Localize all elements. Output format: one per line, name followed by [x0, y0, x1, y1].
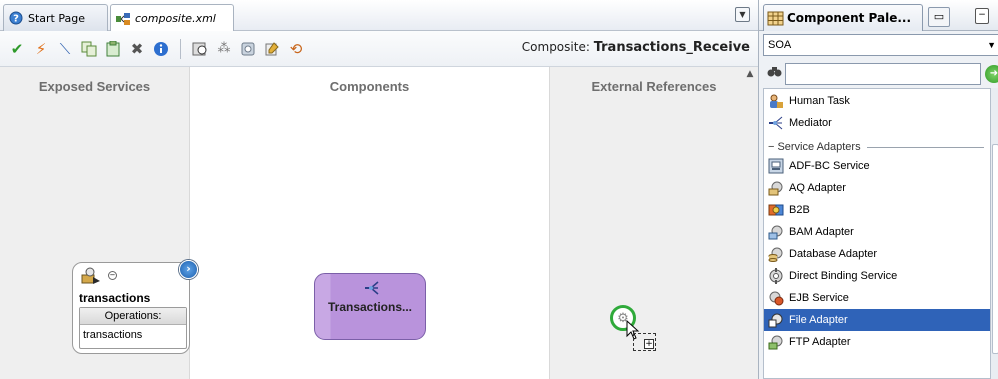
service-wire-arrow-icon[interactable]: › — [179, 260, 198, 279]
copy-icon[interactable] — [78, 38, 100, 60]
chevron-down-icon: ▼ — [739, 10, 746, 19]
palette-item-label: BAM Adapter — [789, 226, 854, 238]
layout-icon[interactable]: ⁂ — [213, 38, 235, 60]
palette-item-ftp-adapter[interactable]: FTP Adapter — [764, 331, 990, 353]
palette-item-label: FTP Adapter — [789, 336, 851, 348]
mediator-component[interactable]: Transactions... — [314, 273, 426, 340]
binoculars-icon — [767, 65, 782, 82]
palette-item-label: File Adapter — [789, 314, 848, 326]
info-icon[interactable] — [150, 38, 172, 60]
palette-item-adf-bc-service[interactable]: ADF-BC Service — [764, 155, 990, 177]
lane-title-external: External References — [591, 79, 717, 94]
palette-tab-label: Component Pale... — [787, 11, 912, 25]
palette-item-label: B2B — [789, 204, 810, 216]
tab-label: Start Page — [28, 11, 85, 25]
tab-label: composite.xml — [135, 12, 216, 25]
palette-item-label: Human Task — [789, 95, 850, 107]
direct-binding-icon — [768, 268, 784, 284]
collapse-icon[interactable]: − — [108, 271, 117, 280]
adapter-service-icon — [81, 267, 101, 289]
chevron-down-icon: ▼ — [987, 40, 996, 50]
composite-name-label: Composite: Transactions_Receive — [522, 40, 750, 55]
palette-item-database-adapter[interactable]: Database Adapter — [764, 243, 990, 265]
section-divider — [866, 146, 984, 148]
validate-check-icon[interactable]: ✔ — [6, 38, 28, 60]
palette-item-label: EJB Service — [789, 292, 849, 304]
resource-palette-tab-icon[interactable]: ▭ — [928, 7, 950, 27]
mediator-label: Transactions... — [327, 300, 413, 314]
palette-item-mediator[interactable]: Mediator — [764, 112, 990, 134]
palette-search-row: ➜ — [763, 62, 998, 86]
minimize-icon[interactable]: − — [975, 8, 989, 24]
collapse-minus-icon: − — [768, 141, 775, 153]
ftp-adapter-icon — [768, 334, 784, 350]
section-header-service-adapters[interactable]: − Service Adapters — [764, 139, 990, 155]
palette-item-label: AQ Adapter — [789, 182, 846, 194]
tab-list-dropdown[interactable]: ▼ — [735, 7, 750, 22]
palette-item-label: ADF-BC Service — [789, 160, 870, 172]
test-icon[interactable] — [237, 38, 259, 60]
composite-prefix: Composite: — [521, 40, 590, 54]
palette-item-aq-adapter[interactable]: AQ Adapter — [764, 177, 990, 199]
component-palette: Component Pale... ▭ − SOA ▼ ➜ Human Task… — [758, 0, 998, 379]
paste-icon[interactable] — [102, 38, 124, 60]
operation-item[interactable]: transactions — [80, 325, 186, 345]
palette-item-bam-adapter[interactable]: BAM Adapter — [764, 221, 990, 243]
palette-item-label: Direct Binding Service — [789, 270, 898, 282]
composite-editor: ? Start Page composite.xml ▼ ✔ ⚡ ⟍ ✖ ⁂ ⟲… — [0, 0, 758, 379]
bam-adapter-icon — [768, 224, 784, 240]
tab-composite-xml[interactable]: composite.xml — [110, 4, 234, 32]
lane-title-components: Components — [329, 79, 410, 94]
mediator-icon — [768, 115, 784, 131]
tab-component-palette[interactable]: Component Pale... — [763, 4, 923, 31]
palette-search-input[interactable] — [785, 63, 981, 85]
palette-category-value: SOA — [768, 39, 792, 51]
document-tab-bar: ? Start Page composite.xml ▼ — [0, 0, 758, 32]
editor-toolbar: ✔ ⚡ ⟍ ✖ ⁂ ⟲ Composite: Transactions_Rece… — [0, 31, 758, 67]
palette-category-select[interactable]: SOA ▼ — [763, 34, 998, 56]
drag-copy-indicator: + — [633, 333, 656, 351]
operations-header: Operations: — [80, 308, 186, 325]
refresh-icon[interactable]: ⟲ — [285, 38, 307, 60]
exposed-service-transactions[interactable]: − › transactions Operations: transaction… — [72, 260, 198, 354]
palette-tab-bar: Component Pale... ▭ − — [759, 0, 998, 31]
composite-icon — [115, 11, 131, 27]
toolbar-separator — [180, 38, 181, 59]
human-task-icon — [768, 93, 784, 109]
delete-icon[interactable]: ✖ — [126, 38, 148, 60]
ejb-service-icon — [768, 290, 784, 306]
palette-item-list: Human Task Mediator − Service Adapters A… — [763, 88, 991, 379]
help-circle-icon: ? — [8, 10, 24, 26]
file-adapter-icon — [768, 312, 784, 328]
tab-start-page[interactable]: ? Start Page — [3, 4, 108, 31]
lane-title-exposed: Exposed Services — [38, 79, 151, 94]
b2b-icon — [768, 202, 784, 218]
service-operations: Operations: transactions — [79, 307, 187, 349]
zoom-icon[interactable] — [189, 38, 211, 60]
section-header-label: Service Adapters — [777, 141, 861, 153]
mediator-icon — [363, 280, 381, 300]
palette-item-b2b[interactable]: B2B — [764, 199, 990, 221]
plus-icon: + — [644, 339, 654, 349]
palette-scroll-thumb[interactable] — [992, 144, 998, 354]
edit-icon[interactable] — [261, 38, 283, 60]
go-arrow-icon[interactable]: ➜ — [985, 65, 998, 83]
composite-name: Transactions_Receive — [593, 40, 750, 55]
adf-bc-icon — [768, 158, 784, 174]
aq-adapter-icon — [768, 180, 784, 196]
palette-item-label: Database Adapter — [789, 248, 878, 260]
scroll-up-icon[interactable]: ▲ — [744, 69, 756, 83]
database-adapter-icon — [768, 246, 784, 262]
service-name: transactions — [79, 291, 151, 305]
palette-item-label: Mediator — [789, 117, 832, 129]
palette-item-human-task[interactable]: Human Task — [764, 90, 990, 112]
palette-scrollbar[interactable] — [991, 88, 998, 379]
palette-grid-icon — [767, 11, 784, 26]
deploy-lightning-icon[interactable]: ⚡ — [30, 38, 52, 60]
svg-text:?: ? — [13, 14, 19, 25]
wire-icon[interactable]: ⟍ — [54, 38, 76, 60]
palette-item-file-adapter[interactable]: File Adapter — [764, 309, 990, 331]
palette-item-ejb-service[interactable]: EJB Service — [764, 287, 990, 309]
palette-item-direct-binding-service[interactable]: Direct Binding Service — [764, 265, 990, 287]
